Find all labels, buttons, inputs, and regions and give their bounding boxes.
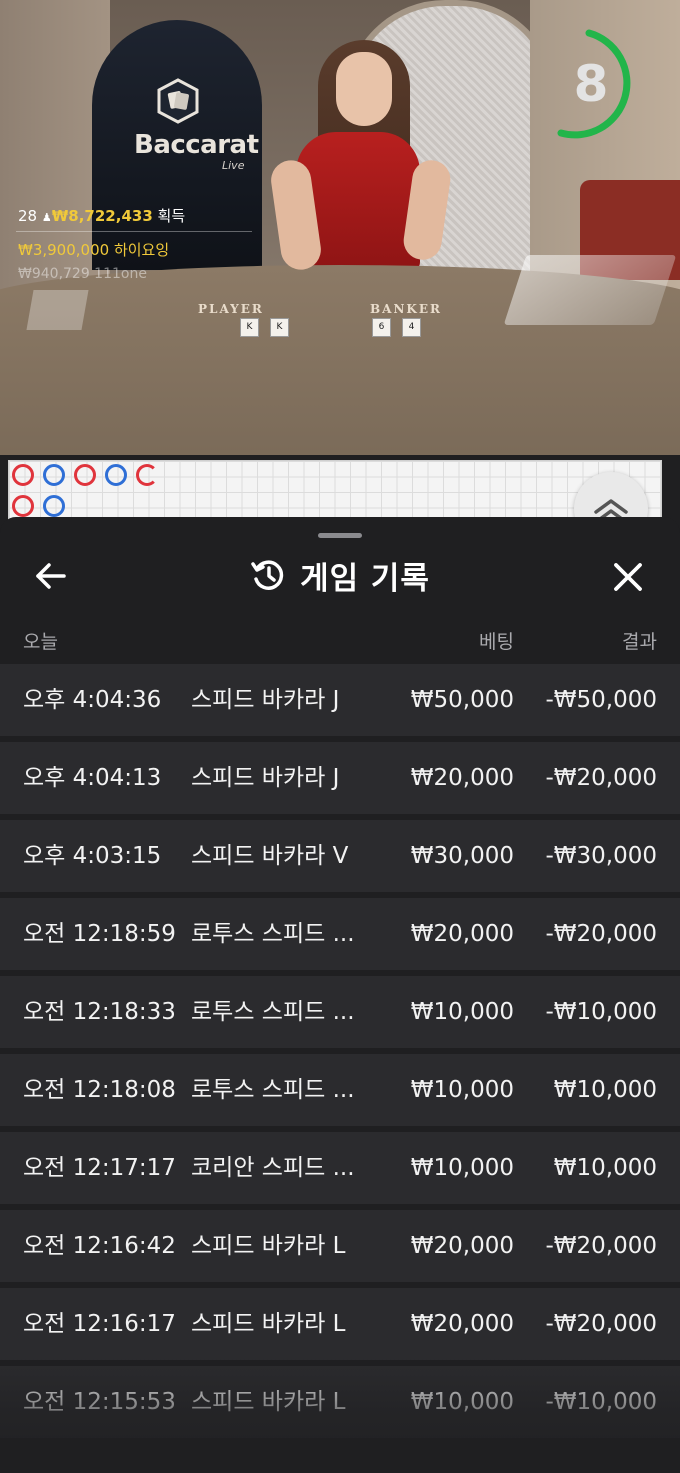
history-row-time: 오전 12:18:08	[23, 1077, 176, 1103]
history-row[interactable]: 오전 12:18:59 로투스 스피드 ... ₩20,000 -₩20,000	[0, 898, 680, 970]
history-row[interactable]: 오전 12:16:17 스피드 바카라 L ₩20,000 -₩20,000	[0, 1288, 680, 1360]
banker-card: 4	[402, 318, 421, 337]
history-row-game: 스피드 바카라 J	[191, 687, 340, 713]
sheet-drag-handle[interactable]	[318, 533, 362, 538]
history-row[interactable]: 오전 12:16:42 스피드 바카라 L ₩20,000 -₩20,000	[0, 1210, 680, 1282]
history-row-bet: ₩20,000	[410, 1311, 514, 1337]
close-icon	[614, 563, 642, 591]
sheet-title: 게임 기록	[300, 560, 430, 597]
history-row-game: 로투스 스피드 ...	[191, 999, 355, 1025]
history-row-bet: ₩10,000	[410, 1389, 514, 1415]
history-row-time: 오후 4:04:13	[23, 765, 162, 791]
bead-road-map[interactable]	[8, 460, 662, 522]
baccarat-logo-subtitle: Live	[222, 159, 245, 172]
history-row-game: 스피드 바카라 J	[191, 765, 340, 791]
history-row[interactable]: 오전 12:15:53 스피드 바카라 L ₩10,000 -₩10,000	[0, 1366, 680, 1438]
history-row[interactable]: 오전 12:18:08 로투스 스피드 ... ₩10,000 ₩10,000	[0, 1054, 680, 1126]
history-row[interactable]: 오전 12:18:33 로투스 스피드 ... ₩10,000 -₩10,000	[0, 976, 680, 1048]
history-row[interactable]: 오후 4:04:13 스피드 바카라 J ₩20,000 -₩20,000	[0, 742, 680, 814]
history-row-result: -₩10,000	[545, 999, 657, 1025]
live-video-stream[interactable]: PLAYER BANKER K K 6 4 Baccarat Live 28 ♟…	[0, 0, 680, 455]
history-row-result: -₩20,000	[545, 765, 657, 791]
header-date: 오늘	[23, 631, 58, 653]
banker-label: BANKER	[370, 302, 442, 316]
player-label: PLAYER	[198, 302, 264, 316]
history-row-bet: ₩20,000	[410, 765, 514, 791]
card-shoe	[503, 255, 677, 325]
history-row-bet: ₩10,000	[410, 1077, 514, 1103]
history-row-result: -₩50,000	[545, 687, 657, 713]
bead-player	[43, 495, 65, 517]
header-bet: 베팅	[479, 631, 514, 653]
player-card: K	[240, 318, 259, 337]
winners-summary: 28 ♟₩8,722,433 획득	[18, 205, 185, 226]
history-row-result: -₩30,000	[545, 843, 657, 869]
bead-banker	[12, 464, 34, 486]
history-row-game: 스피드 바카라 L	[191, 1389, 346, 1415]
history-row-time: 오후 4:03:15	[23, 843, 162, 869]
history-row-result: ₩10,000	[553, 1077, 657, 1103]
close-button[interactable]	[606, 555, 650, 599]
history-row-game: 로투스 스피드 ...	[191, 1077, 355, 1103]
history-row-game: 스피드 바카라 V	[191, 843, 349, 869]
top-winner-amount: ₩3,900,000	[18, 241, 110, 259]
history-row-result: ₩10,000	[553, 1155, 657, 1181]
top-winner-name: 하이요잉	[113, 241, 170, 259]
winnings-suffix: 획득	[157, 207, 186, 225]
history-row-result: -₩20,000	[545, 1233, 657, 1259]
countdown-timer-value: 8	[573, 55, 609, 113]
history-row-bet: ₩20,000	[410, 1233, 514, 1259]
history-row-time: 오전 12:18:59	[23, 921, 176, 947]
header-result: 결과	[622, 631, 657, 653]
history-row-result: -₩20,000	[545, 921, 657, 947]
player-card: K	[270, 318, 289, 337]
history-row-result: -₩20,000	[545, 1311, 657, 1337]
history-row-time: 오전 12:15:53	[23, 1389, 176, 1415]
history-row[interactable]: 오후 4:03:15 스피드 바카라 V ₩30,000 -₩30,000	[0, 820, 680, 892]
history-row-time: 오전 12:16:17	[23, 1311, 176, 1337]
top-winner: ₩3,900,000 하이요잉	[18, 239, 169, 260]
history-row-time: 오후 4:04:36	[23, 687, 162, 713]
bead-player	[43, 464, 65, 486]
discard-tray	[26, 290, 89, 330]
history-row-game: 코리안 스피드 ...	[191, 1155, 355, 1181]
winners-count: 28	[18, 207, 38, 225]
history-row-bet: ₩10,000	[410, 1155, 514, 1181]
history-row-time: 오전 12:18:33	[23, 999, 176, 1025]
history-icon	[251, 560, 284, 590]
game-history-sheet: 게임 기록 오늘 베팅 결과 오후 4:04:36 스피드 바카라 J ₩50,00…	[0, 517, 680, 1473]
history-row-time: 오전 12:17:17	[23, 1155, 176, 1181]
sheet-header: 게임 기록	[0, 551, 680, 599]
user-icon: ♟	[41, 211, 52, 224]
history-row-bet: ₩10,000	[410, 999, 514, 1025]
banker-card: 6	[372, 318, 391, 337]
total-winnings: ₩8,722,433	[51, 207, 153, 225]
history-row-bet: ₩30,000	[410, 843, 514, 869]
history-row-game: 스피드 바카라 L	[191, 1311, 346, 1337]
history-row-game: 스피드 바카라 L	[191, 1233, 346, 1259]
history-row[interactable]: 오전 12:17:17 코리안 스피드 ... ₩10,000 ₩10,000	[0, 1132, 680, 1204]
second-winner: ₩940,729 111one	[18, 266, 147, 282]
history-row-bet: ₩50,000	[410, 687, 514, 713]
history-row-game: 로투스 스피드 ...	[191, 921, 355, 947]
bead-banker	[74, 464, 96, 486]
baccarat-logo-icon	[157, 78, 199, 124]
history-row-bet: ₩20,000	[410, 921, 514, 947]
bead-player	[105, 464, 127, 486]
dealer-face	[336, 52, 392, 126]
history-row-time: 오전 12:16:42	[23, 1233, 176, 1259]
history-list: 오후 4:04:36 스피드 바카라 J ₩50,000 -₩50,000 오후 4:0…	[0, 664, 680, 1444]
history-row-result: -₩10,000	[545, 1389, 657, 1415]
baccarat-logo-title: Baccarat	[134, 130, 259, 160]
bead-banker	[12, 495, 34, 517]
history-row[interactable]: 오후 4:04:36 스피드 바카라 J ₩50,000 -₩50,000	[0, 664, 680, 736]
divider	[16, 231, 252, 232]
bead-banker-partial	[136, 464, 158, 486]
